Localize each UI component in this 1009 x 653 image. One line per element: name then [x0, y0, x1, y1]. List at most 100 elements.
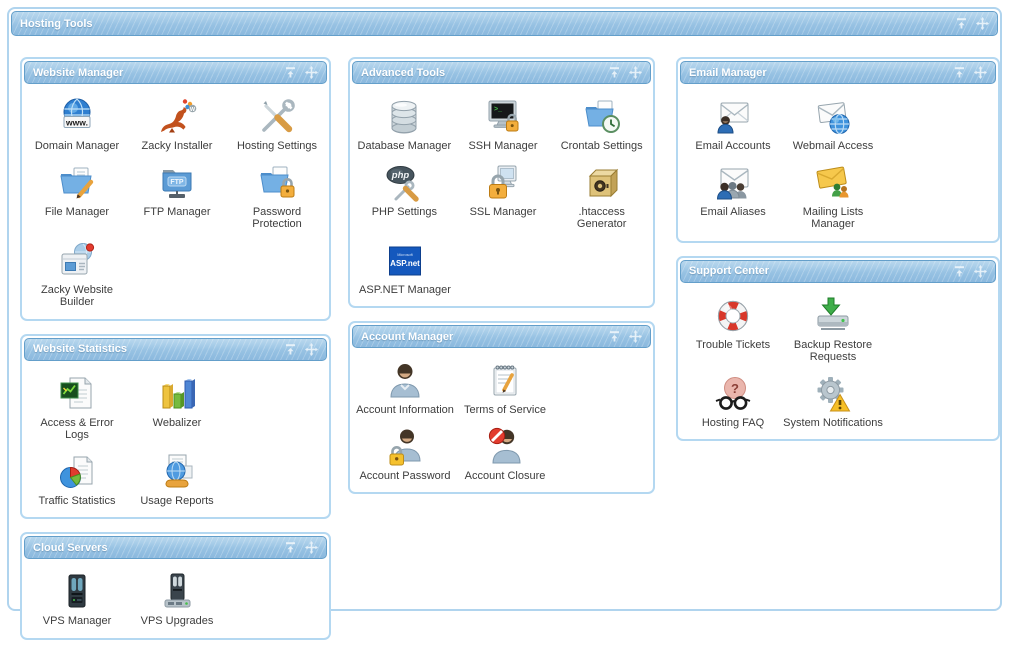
- tool-label: Database Manager: [358, 140, 452, 153]
- svg-text:www.: www.: [65, 118, 88, 128]
- tool-domain-manager[interactable]: www.Domain Manager: [27, 91, 127, 157]
- tool-account-closure[interactable]: Account Closure: [455, 421, 555, 487]
- tool-email-accounts[interactable]: Email Accounts: [683, 91, 783, 157]
- hosting-tools-header: Hosting Tools: [11, 11, 998, 36]
- svg-text:php: php: [391, 170, 410, 181]
- collapse-icon[interactable]: [284, 343, 297, 356]
- panel-header: Email Manager: [680, 61, 996, 84]
- move-icon[interactable]: [305, 66, 318, 79]
- move-icon[interactable]: [629, 330, 642, 343]
- tool-label: Trouble Tickets: [696, 339, 770, 352]
- tool-webalizer[interactable]: Webalizer: [127, 368, 227, 446]
- tool-hosting-faq[interactable]: ?Hosting FAQ: [683, 368, 783, 434]
- move-icon[interactable]: [974, 66, 987, 79]
- tool-label: Usage Reports: [140, 495, 213, 508]
- panel-website-manager: Website Manager www.Domain ManagerWZacky…: [20, 57, 331, 321]
- panel-email-manager: Email Manager Email Accounts Webmail Acce…: [676, 57, 1000, 243]
- tool-system-notifications[interactable]: System Notifications: [783, 368, 883, 434]
- tool-php-settings[interactable]: phpPHP Settings: [355, 157, 454, 235]
- collapse-icon[interactable]: [608, 330, 621, 343]
- envelope-people-icon: [713, 163, 753, 203]
- folder-ftp-icon: FTP: [157, 163, 197, 203]
- folder-clock-icon: [582, 97, 622, 137]
- move-icon[interactable]: [976, 17, 989, 30]
- svg-text:FTP: FTP: [170, 179, 184, 186]
- tool-zacky-website-builder[interactable]: Zacky Website Builder: [27, 235, 127, 313]
- tool-access-error-logs[interactable]: Access & Error Logs: [27, 368, 127, 446]
- tool-mailing-lists-manager[interactable]: Mailing Lists Manager: [783, 157, 883, 235]
- tool-backup-restore-requests[interactable]: Backup Restore Requests: [783, 290, 883, 368]
- move-icon[interactable]: [629, 66, 642, 79]
- tool-account-password[interactable]: Account Password: [355, 421, 455, 487]
- tool-traffic-statistics[interactable]: Traffic Statistics: [27, 446, 127, 512]
- collapse-icon[interactable]: [953, 265, 966, 278]
- collapse-icon[interactable]: [953, 66, 966, 79]
- tool-label: Terms of Service: [464, 404, 546, 417]
- tool-email-aliases[interactable]: Email Aliases: [683, 157, 783, 235]
- tool-htaccess-generator[interactable]: .htaccess Generator: [552, 157, 651, 235]
- hosting-tools-widget: Hosting Tools Website Manager www.Domain…: [7, 7, 1002, 611]
- tool-usage-reports[interactable]: Usage Reports: [127, 446, 227, 512]
- panel-body: Database Manager>_SSH ManagerCrontab Set…: [350, 86, 653, 306]
- move-icon[interactable]: [305, 541, 318, 554]
- panel-row: Trouble Tickets Backup Restore Requests: [683, 290, 996, 368]
- tool-trouble-tickets[interactable]: Trouble Tickets: [683, 290, 783, 368]
- panel-advanced-tools: Advanced Tools Database Manager>_SSH Man…: [348, 57, 655, 308]
- panel-header: Support Center: [680, 260, 996, 283]
- panel-body: Access & Error LogsWebalizerTraffic Stat…: [22, 363, 329, 518]
- tool-label: ASP.NET Manager: [359, 284, 451, 297]
- tool-zacky-installer[interactable]: W Zacky Installer: [127, 91, 227, 157]
- collapse-icon[interactable]: [284, 66, 297, 79]
- tool-ssh-manager[interactable]: >_SSH Manager: [454, 91, 553, 157]
- tool-account-information[interactable]: Account Information: [355, 355, 455, 421]
- server-tower-icon: [57, 572, 97, 612]
- move-icon[interactable]: [305, 343, 318, 356]
- tool-label: Zacky Installer: [142, 140, 213, 153]
- tool-file-manager[interactable]: File Manager: [27, 157, 127, 235]
- panel-account-manager: Account Manager Account InformationTerms…: [348, 321, 655, 494]
- tool-label: VPS Manager: [43, 615, 111, 628]
- glasses-question-icon: ?: [713, 374, 753, 414]
- tool-label: Hosting Settings: [237, 140, 317, 153]
- panel-title: Support Center: [689, 265, 769, 277]
- gear-warning-icon: [813, 374, 853, 414]
- server-upgrade-icon: [157, 572, 197, 612]
- tool-label: Account Information: [356, 404, 454, 417]
- collapse-icon[interactable]: [284, 541, 297, 554]
- tool-terms-of-service[interactable]: Terms of Service: [455, 355, 555, 421]
- collapse-icon[interactable]: [608, 66, 621, 79]
- header-actions: [955, 17, 989, 30]
- tool-database-manager[interactable]: Database Manager: [355, 91, 454, 157]
- tool-label: FTP Manager: [143, 206, 210, 219]
- tool-webmail-access[interactable]: Webmail Access: [783, 91, 883, 157]
- notepad-icon: [485, 361, 525, 401]
- browser-builder-icon: [57, 241, 97, 281]
- panel-title: Website Statistics: [33, 343, 127, 355]
- tool-label: Mailing Lists Manager: [783, 206, 883, 231]
- tool-crontab-settings[interactable]: Crontab Settings: [552, 91, 651, 157]
- tool-hosting-settings[interactable]: Hosting Settings: [227, 91, 327, 157]
- folder-pencil-icon: [57, 163, 97, 203]
- panel-row: Account Information Terms of Service: [355, 355, 651, 421]
- kangaroo-icon: W: [157, 97, 197, 137]
- person-icon: [385, 361, 425, 401]
- move-icon[interactable]: [974, 265, 987, 278]
- safe-icon: [582, 163, 622, 203]
- tool-vps-manager[interactable]: VPS Manager: [27, 566, 127, 632]
- svg-text:Microsoft: Microsoft: [397, 253, 413, 257]
- tool-ftp-manager[interactable]: FTP FTP Manager: [127, 157, 227, 235]
- tool-ssl-manager[interactable]: SSL Manager: [454, 157, 553, 235]
- svg-text:W: W: [190, 107, 196, 113]
- collapse-icon[interactable]: [955, 17, 968, 30]
- tool-password-protection[interactable]: Password Protection: [227, 157, 327, 235]
- aspnet-icon: MicrosoftASP.net: [385, 241, 425, 281]
- drive-restore-icon: [813, 296, 853, 336]
- column-middle: Advanced Tools Database Manager>_SSH Man…: [348, 57, 655, 507]
- panel-row: Traffic Statistics Usage Reports: [27, 446, 327, 512]
- panels-area: Website Manager www.Domain ManagerWZacky…: [9, 38, 1000, 653]
- panel-row: Zacky Website Builder: [27, 235, 327, 313]
- tool-label: Email Accounts: [695, 140, 770, 153]
- tool-asp-net-manager[interactable]: MicrosoftASP.net ASP.NET Manager: [355, 235, 455, 301]
- tool-vps-upgrades[interactable]: VPS Upgrades: [127, 566, 227, 632]
- panel-row: www.Domain Manager W Zacky Installer Hostin…: [27, 91, 327, 157]
